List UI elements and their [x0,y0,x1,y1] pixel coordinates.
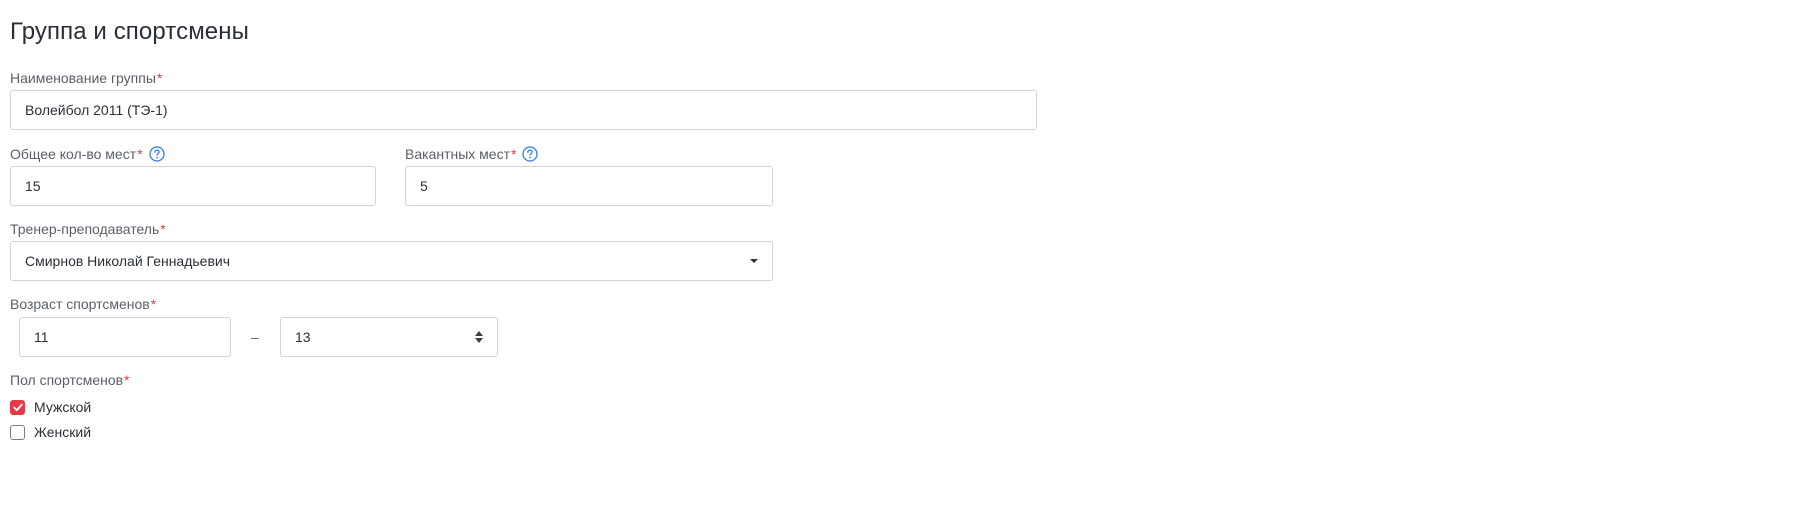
gender-label: Пол спортсменов * [10,371,130,389]
coach-select[interactable]: Смирнов Николай Геннадьевич [10,241,773,281]
checkmark-icon [12,403,23,411]
question-circle-icon[interactable] [522,146,539,162]
total-places-label: Общее кол-во мест * [10,145,165,163]
total-places-input[interactable] [10,166,376,206]
caret-down-icon [750,259,758,263]
group-name-label: Наименование группы * [10,69,162,87]
question-circle-icon[interactable] [148,146,165,162]
required-mark: * [150,296,157,312]
total-places-label-text: Общее кол-во мест [10,146,137,162]
gender-option-label: Женский [34,424,92,440]
age-range-separator: – [251,329,259,345]
age-to-input[interactable] [280,317,498,357]
required-mark: * [511,146,517,162]
spinner-down-icon[interactable] [475,338,483,343]
spinner-arrows-icon[interactable] [473,328,485,346]
checkbox-unchecked[interactable] [10,424,25,440]
gender-option-label: Мужской [34,399,92,415]
vacant-places-label: Вакантных мест * [405,145,539,163]
age-label: Возраст спортсменов * [10,295,156,313]
coach-selected-value: Смирнов Николай Геннадьевич [25,253,231,269]
gender-option-male[interactable]: Мужской [10,399,91,415]
age-label-text: Возраст спортсменов [10,296,150,312]
gender-option-female[interactable]: Женский [10,424,91,440]
required-mark: * [160,221,166,237]
vacant-places-input[interactable] [405,166,773,206]
gender-label-text: Пол спортсменов [10,372,124,388]
required-mark: * [124,372,130,388]
required-mark: * [156,70,163,86]
coach-label-text: Тренер-преподаватель [10,221,160,237]
group-name-label-text: Наименование группы [10,70,156,86]
coach-label: Тренер-преподаватель * [10,220,166,238]
age-from-input[interactable] [19,317,231,357]
spinner-up-icon[interactable] [475,331,483,336]
required-mark: * [137,146,143,162]
vacant-places-label-text: Вакантных мест [405,146,510,162]
page-title: Группа и спортсмены [10,18,249,45]
group-name-input[interactable] [10,90,1037,130]
checkbox-checked[interactable] [10,399,25,415]
